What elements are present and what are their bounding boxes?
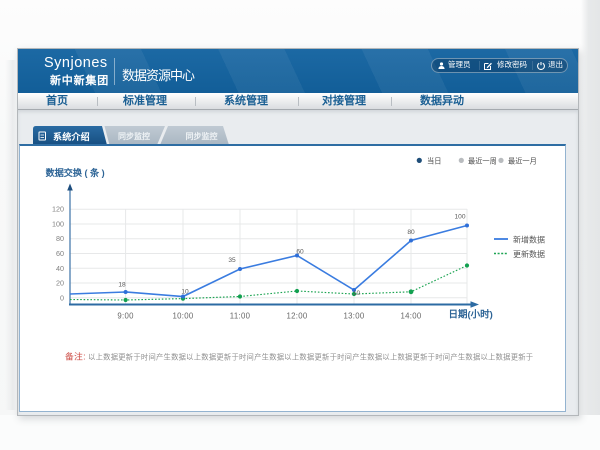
svg-text:系统介绍: 系统介绍 (53, 131, 90, 142)
svg-text:20: 20 (56, 279, 64, 288)
svg-text:40: 40 (56, 264, 64, 273)
svg-text:最近一月: 最近一月 (508, 157, 537, 166)
svg-text:10: 10 (181, 289, 189, 296)
svg-text:14:00: 14:00 (400, 312, 421, 321)
svg-text:120: 120 (52, 205, 64, 214)
svg-text:80: 80 (407, 229, 415, 236)
svg-text:最近一周: 最近一周 (468, 157, 497, 166)
svg-text:100: 100 (454, 214, 465, 221)
svg-text:10:00: 10:00 (172, 312, 193, 321)
svg-text:同步监控: 同步监控 (118, 131, 150, 141)
svg-text:当日: 当日 (427, 157, 441, 166)
svg-text:80: 80 (56, 234, 64, 243)
svg-text:35: 35 (228, 257, 236, 264)
svg-text:13:00: 13:00 (343, 312, 364, 321)
svg-text:18: 18 (118, 282, 126, 289)
svg-text:同步监控: 同步监控 (186, 131, 218, 141)
svg-text:备注: 以上数据更新于时间产生数据以上数据更新于时间产生数据: 备注: 以上数据更新于时间产生数据以上数据更新于时间产生数据以上数据更新于时间产… (65, 351, 533, 362)
svg-text:数据交换 ( 条 ): 数据交换 ( 条 ) (45, 167, 105, 178)
svg-text:11:00: 11:00 (230, 312, 251, 321)
svg-text:60: 60 (56, 249, 64, 258)
svg-text:12:00: 12:00 (286, 312, 307, 321)
svg-text:更新数据: 更新数据 (513, 249, 545, 259)
svg-text:10: 10 (353, 290, 361, 297)
svg-text:新增数据: 新增数据 (513, 235, 545, 245)
svg-text:100: 100 (52, 220, 64, 229)
svg-text:日期(小时): 日期(小时) (449, 309, 493, 321)
svg-text:60: 60 (296, 249, 304, 256)
svg-text:9:00: 9:00 (117, 312, 134, 321)
svg-text:0: 0 (60, 293, 64, 302)
